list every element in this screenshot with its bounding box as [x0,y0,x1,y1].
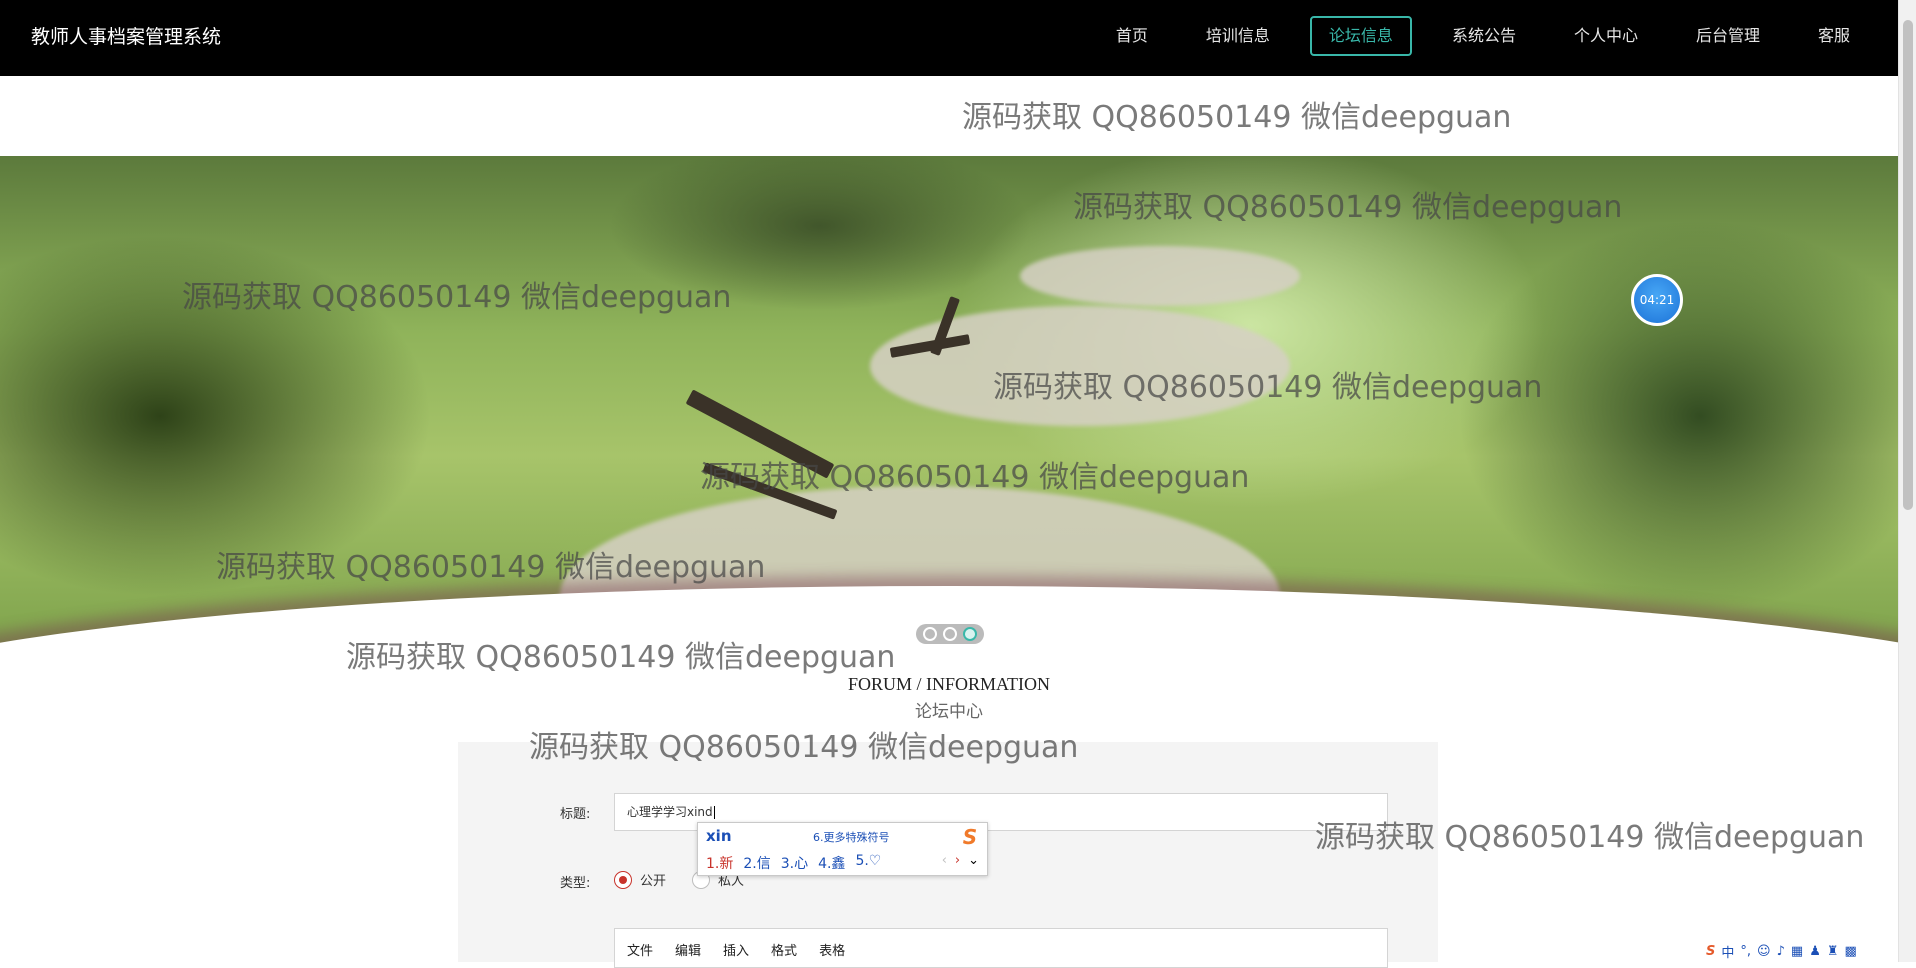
slider-dot-2[interactable] [943,627,957,641]
banner-curve [0,586,1898,656]
nav-item-personal-center[interactable]: 个人中心 [1556,16,1656,56]
nav-item-customer-service[interactable]: 客服 [1800,16,1868,56]
editor-menu-format[interactable]: 格式 [771,940,797,959]
type-option-public[interactable]: 公开 [614,870,666,889]
timer-badge[interactable]: 04:21 [1631,274,1683,326]
title-input-value: 心理学学习xind [627,805,713,819]
ime-page-nav: ‹ › ⌄ [942,853,979,868]
sogou-logo-icon: S [962,825,978,849]
editor-menubar: 文件 编辑 插入 格式 表格 [615,929,1387,959]
banner-path-shape [870,306,1290,426]
ime-status-tray: S 中 °, ☺ ♪ ▦ ♟ ♜ ▩ [1706,940,1857,962]
top-navbar: 教师人事档案管理系统 首页 培训信息 论坛信息 系统公告 个人中心 后台管理 客… [0,0,1898,76]
scrollbar-thumb[interactable] [1903,20,1913,510]
nav-item-home[interactable]: 首页 [1098,16,1166,56]
ime-expand-icon[interactable]: ⌄ [968,853,979,868]
banner-path-shape [1020,246,1300,306]
ime-prev-icon[interactable]: ‹ [942,853,947,868]
ime-candidate-4[interactable]: 4.鑫 [818,853,845,873]
ime-pinyin: xin [706,827,732,845]
editor-menu-insert[interactable]: 插入 [723,940,749,959]
nav-item-training[interactable]: 培训信息 [1188,16,1288,56]
sogou-tray-icon[interactable]: S [1706,944,1715,959]
editor-menu-table[interactable]: 表格 [819,940,845,959]
editor-menu-edit[interactable]: 编辑 [675,940,701,959]
ime-candidate-popup: xin 6.更多特殊符号 S 1.新 2.信 3.心 4.鑫 5.♡ ‹ › ⌄ [697,822,988,876]
nav-item-forum[interactable]: 论坛信息 [1309,16,1412,56]
user-icon[interactable]: ♟ [1809,944,1821,959]
site-title[interactable]: 教师人事档案管理系统 [31,22,221,49]
ime-mode-label[interactable]: 中 [1721,942,1734,961]
ime-candidates: 1.新 2.信 3.心 4.鑫 5.♡ [706,853,881,873]
ime-candidate-3[interactable]: 3.心 [781,853,808,873]
nav-item-announcements[interactable]: 系统公告 [1434,16,1534,56]
punctuation-icon[interactable]: °, [1740,944,1751,959]
text-caret [713,806,715,819]
hero-banner [0,156,1898,656]
ime-candidate-5[interactable]: 5.♡ [855,853,881,873]
radio-public[interactable] [614,870,632,889]
rich-text-editor[interactable]: 文件 编辑 插入 格式 表格 [614,928,1388,968]
skin-icon[interactable]: ♜ [1827,944,1839,959]
editor-menu-file[interactable]: 文件 [627,940,653,959]
slider-dot-3[interactable] [963,627,977,641]
keyboard-icon[interactable]: ▦ [1791,944,1803,959]
emoji-icon[interactable]: ☺ [1757,944,1771,959]
section-title-cn: 论坛中心 [915,702,983,722]
nav-item-admin[interactable]: 后台管理 [1678,16,1778,56]
watermark: 源码获取 QQ86050149 微信deepguan [962,100,1512,135]
type-label: 类型: [560,876,591,891]
ime-candidate-1[interactable]: 1.新 [706,853,733,873]
page-scrollbar[interactable] [1898,0,1916,962]
slider-dot-1[interactable] [923,627,937,641]
ime-more-symbols[interactable]: 6.更多特殊符号 [813,829,890,845]
toolbox-icon[interactable]: ▩ [1845,944,1857,959]
ime-next-icon[interactable]: › [955,853,960,868]
section-title-en: FORUM / INFORMATION [847,674,1051,694]
slider-dots [916,624,984,644]
ime-candidate-2[interactable]: 2.信 [743,853,770,873]
microphone-icon[interactable]: ♪ [1777,944,1785,959]
main-nav: 首页 培训信息 论坛信息 系统公告 个人中心 后台管理 客服 [1098,16,1898,56]
radio-public-label: 公开 [640,874,667,889]
title-label: 标题: [560,807,591,822]
